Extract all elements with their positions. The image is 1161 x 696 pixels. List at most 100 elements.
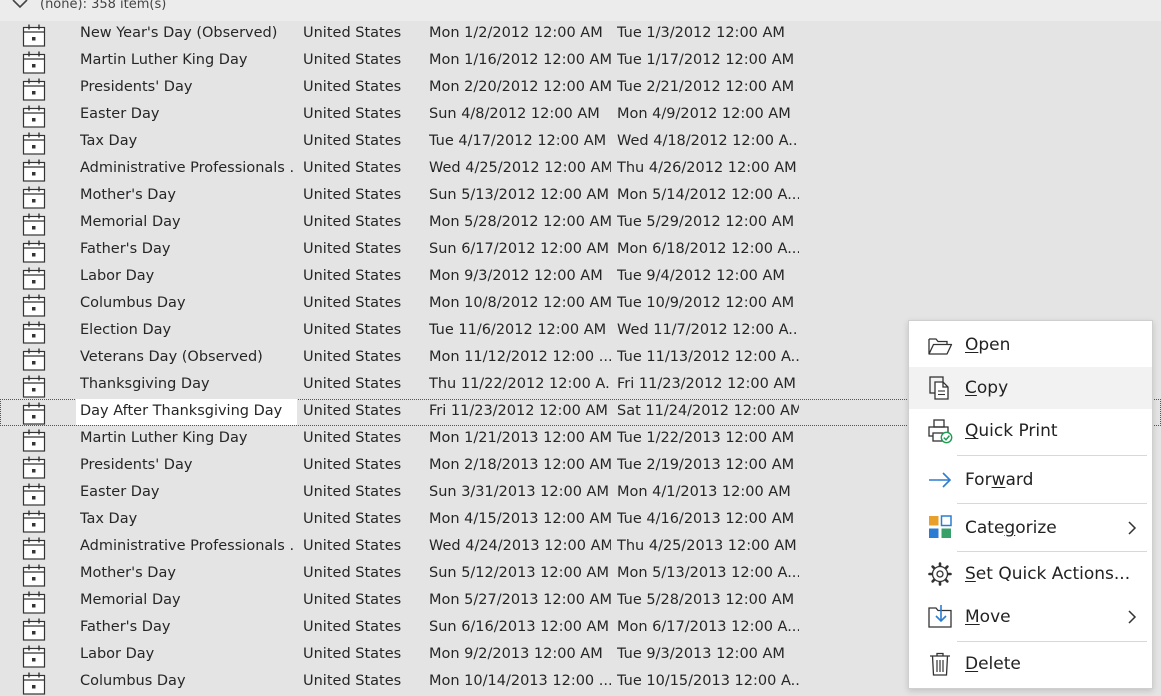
- subject-cell: Easter Day: [80, 106, 160, 122]
- calendar-icon: [22, 645, 46, 668]
- menu-item-quick-print[interactable]: Quick Print: [909, 411, 1152, 453]
- subject-cell: Labor Day: [80, 268, 155, 284]
- table-row[interactable]: Labor Day United States Mon 9/3/2012 12:…: [0, 264, 1161, 291]
- subject-cell: Election Day: [80, 322, 172, 338]
- subject-cell: Father's Day: [80, 241, 171, 257]
- subject-cell: Thanksgiving Day: [80, 376, 210, 392]
- menu-item-open[interactable]: Open: [909, 329, 1152, 365]
- chevron-right-icon: [1128, 610, 1137, 624]
- calendar-icon: [22, 510, 46, 533]
- subject-cell: Mother's Day: [80, 565, 176, 581]
- calendar-icon: [22, 132, 46, 155]
- end-cell: Mon 4/9/2012 12:00 AM: [617, 106, 791, 122]
- start-cell: Thu 11/22/2012 12:00 A...: [429, 376, 611, 392]
- location-cell: United States: [303, 214, 402, 230]
- start-cell: Mon 1/21/2013 12:00 AM: [429, 430, 611, 446]
- calendar-icon: [22, 186, 46, 209]
- end-cell: Thu 4/26/2012 12:00 AM: [617, 160, 797, 176]
- subject-cell: Martin Luther King Day: [80, 52, 248, 68]
- start-cell: Sun 5/13/2012 12:00 AM: [429, 187, 609, 203]
- menu-item-set-quick-actions[interactable]: Set Quick Actions...: [909, 554, 1152, 596]
- menu-item-move[interactable]: Move: [909, 598, 1152, 640]
- menu-item-categorize[interactable]: Categorize: [909, 506, 1152, 550]
- menu-item-forward[interactable]: Forward: [909, 458, 1152, 502]
- chevron-right-icon: [1128, 521, 1137, 535]
- calendar-icon: [22, 213, 46, 236]
- end-cell: Tue 10/15/2013 12:00 A...: [617, 673, 799, 689]
- calendar-icon: [22, 591, 46, 614]
- location-cell: United States: [303, 484, 402, 500]
- end-cell: Tue 5/29/2012 12:00 AM: [617, 214, 795, 230]
- subject-cell: Presidents' Day: [80, 457, 193, 473]
- calendar-icon: [22, 375, 46, 398]
- menu-item-label: Copy: [965, 378, 1009, 398]
- start-cell: Sun 5/12/2013 12:00 AM: [429, 565, 609, 581]
- start-cell: Mon 1/16/2012 12:00 AM: [429, 52, 611, 68]
- calendar-icon: [22, 294, 46, 317]
- menu-item-label: Move: [965, 607, 1011, 627]
- chevron-down-icon[interactable]: [10, 0, 30, 12]
- start-cell: Sun 3/31/2013 12:00 AM: [429, 484, 609, 500]
- context-menu[interactable]: Open Copy Quick Print Forward Categorize…: [908, 320, 1153, 689]
- location-cell: United States: [303, 160, 402, 176]
- group-header[interactable]: (none): 358 item(s): [0, 0, 1161, 21]
- menu-separator: [957, 641, 1147, 642]
- location-cell: United States: [303, 619, 402, 635]
- location-cell: United States: [303, 133, 402, 149]
- table-row[interactable]: Martin Luther King Day United States Mon…: [0, 48, 1161, 75]
- start-cell: Mon 5/28/2012 12:00 AM: [429, 214, 611, 230]
- calendar-icon: [22, 456, 46, 479]
- location-cell: United States: [303, 52, 402, 68]
- table-row[interactable]: Easter Day United States Sun 4/8/2012 12…: [0, 102, 1161, 129]
- start-cell: Mon 9/2/2013 12:00 AM: [429, 646, 603, 662]
- start-cell: Fri 11/23/2012 12:00 AM: [429, 403, 608, 419]
- location-cell: United States: [303, 430, 402, 446]
- table-row[interactable]: Father's Day United States Sun 6/17/2012…: [0, 237, 1161, 264]
- table-row[interactable]: Columbus Day United States Mon 10/8/2012…: [0, 291, 1161, 318]
- end-cell: Mon 5/14/2012 12:00 A...: [617, 187, 799, 203]
- start-cell: Mon 5/27/2013 12:00 AM: [429, 592, 611, 608]
- location-cell: United States: [303, 565, 402, 581]
- subject-cell: New Year's Day (Observed): [80, 25, 278, 41]
- end-cell: Thu 4/25/2013 12:00 AM: [617, 538, 797, 554]
- calendar-icon: [22, 618, 46, 641]
- end-cell: Wed 4/18/2012 12:00 A...: [617, 133, 799, 149]
- start-cell: Sun 4/8/2012 12:00 AM: [429, 106, 600, 122]
- calendar-icon: [22, 267, 46, 290]
- table-row[interactable]: New Year's Day (Observed) United States …: [0, 21, 1161, 48]
- end-cell: Sat 11/24/2012 12:00 AM: [617, 403, 799, 419]
- start-cell: Wed 4/24/2013 12:00 AM: [429, 538, 611, 554]
- subject-cell: Father's Day: [80, 619, 171, 635]
- table-row[interactable]: Administrative Professionals ... United …: [0, 156, 1161, 183]
- table-row[interactable]: Tax Day United States Tue 4/17/2012 12:0…: [0, 129, 1161, 156]
- start-cell: Wed 4/25/2012 12:00 AM: [429, 160, 611, 176]
- calendar-icon: [22, 429, 46, 452]
- end-cell: Tue 5/28/2013 12:00 AM: [617, 592, 795, 608]
- end-cell: Mon 6/18/2012 12:00 A...: [617, 241, 799, 257]
- menu-separator: [957, 455, 1147, 456]
- end-cell: Mon 6/17/2013 12:00 A...: [617, 619, 799, 635]
- location-cell: United States: [303, 646, 402, 662]
- start-cell: Mon 10/8/2012 12:00 AM: [429, 295, 611, 311]
- end-cell: Tue 1/22/2013 12:00 AM: [617, 430, 795, 446]
- menu-item-copy[interactable]: Copy: [909, 367, 1152, 409]
- table-row[interactable]: Mother's Day United States Sun 5/13/2012…: [0, 183, 1161, 210]
- location-cell: United States: [303, 106, 402, 122]
- location-cell: United States: [303, 673, 402, 689]
- location-cell: United States: [303, 592, 402, 608]
- end-cell: Wed 11/7/2012 12:00 A...: [617, 322, 799, 338]
- end-cell: Tue 1/3/2012 12:00 AM: [617, 25, 785, 41]
- subject-cell: Administrative Professionals ...: [80, 160, 294, 176]
- calendar-icon: [22, 78, 46, 101]
- menu-item-delete[interactable]: Delete: [909, 644, 1152, 686]
- forward-arrow-icon: [929, 472, 952, 488]
- calendar-icon: [22, 537, 46, 560]
- calendar-icon: [22, 240, 46, 263]
- calendar-icon: [22, 105, 46, 128]
- start-cell: Mon 1/2/2012 12:00 AM: [429, 25, 603, 41]
- location-cell: United States: [303, 457, 402, 473]
- table-row[interactable]: Memorial Day United States Mon 5/28/2012…: [0, 210, 1161, 237]
- table-row[interactable]: Presidents' Day United States Mon 2/20/2…: [0, 75, 1161, 102]
- subject-cell: Tax Day: [80, 511, 138, 527]
- subject-cell: Mother's Day: [80, 187, 176, 203]
